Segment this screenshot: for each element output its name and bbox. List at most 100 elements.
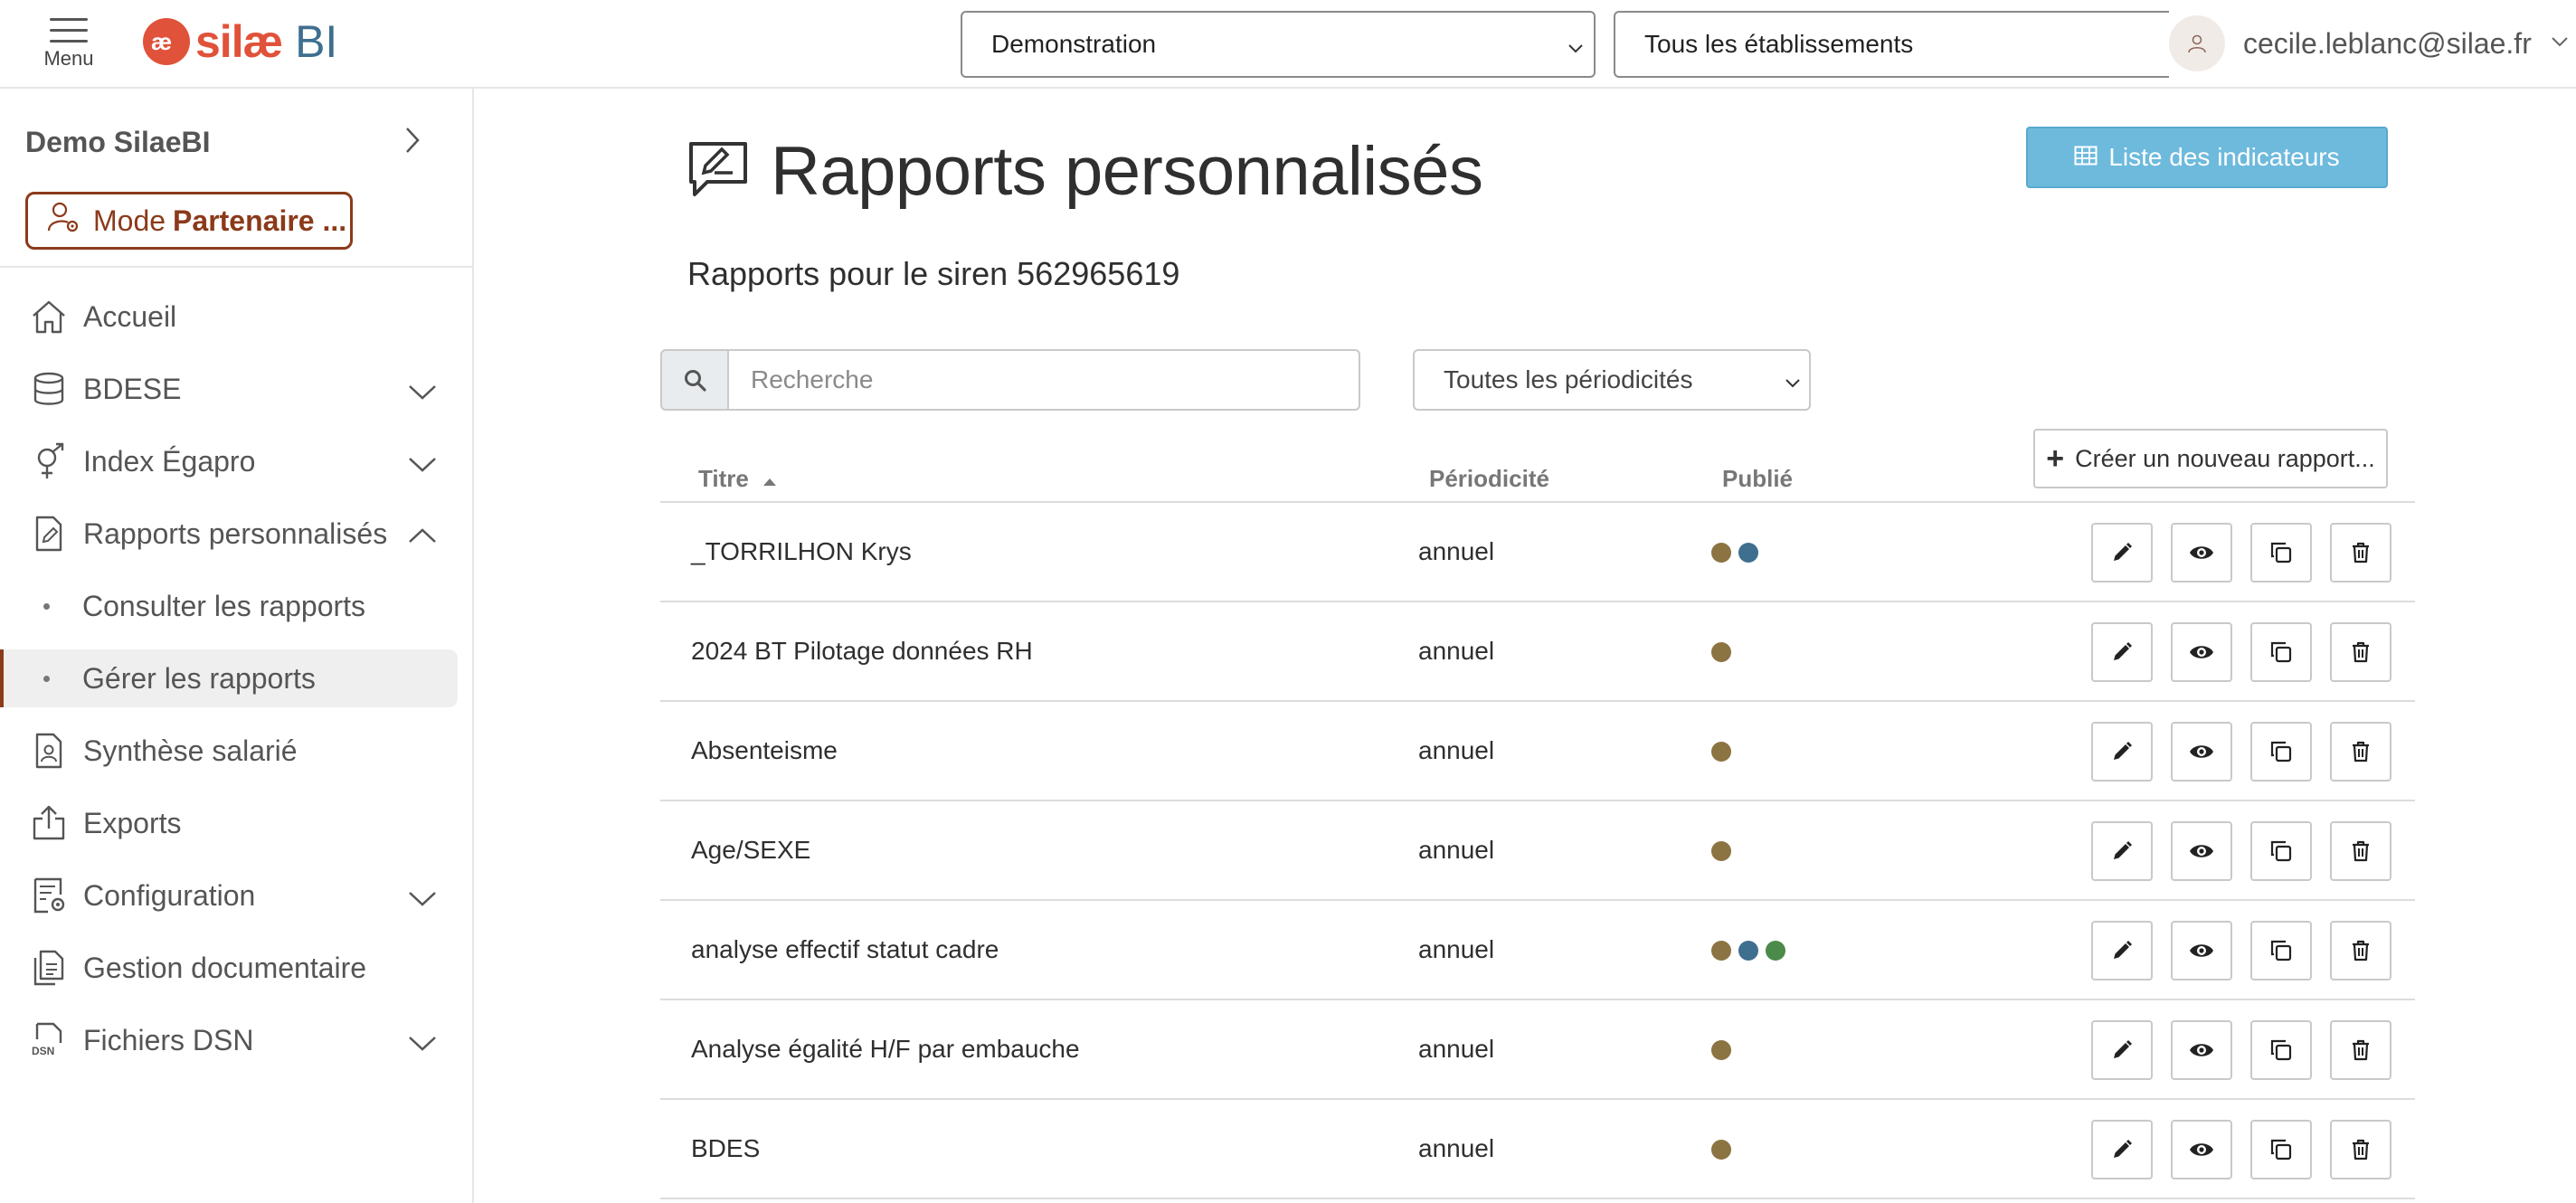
sidebar-item-exports[interactable]: Exports	[0, 787, 472, 859]
sidebar-item-egapro[interactable]: Index Égapro	[0, 425, 472, 497]
edit-report-button[interactable]	[2091, 1120, 2153, 1179]
search-input[interactable]	[729, 349, 1360, 411]
view-report-button[interactable]	[2171, 821, 2232, 881]
duplicate-report-button[interactable]	[2250, 1120, 2312, 1179]
view-report-button[interactable]	[2171, 722, 2232, 781]
hamburger-icon	[50, 18, 88, 43]
sort-ascending-icon	[762, 465, 778, 493]
trash-icon	[2351, 542, 2371, 564]
logo-suffix: BI	[295, 16, 338, 67]
edit-report-button[interactable]	[2091, 622, 2153, 682]
column-header-published[interactable]: Publié	[1722, 465, 1793, 493]
column-header-period[interactable]: Périodicité	[1429, 465, 1549, 493]
user-menu[interactable]: cecile.leblanc@silae.fr	[2167, 0, 2576, 87]
sidebar-subitem-gerer[interactable]: Gérer les rapports	[0, 649, 458, 707]
sidebar-item-label: Fichiers DSN	[83, 1023, 254, 1056]
view-report-button[interactable]	[2171, 1120, 2232, 1179]
search-icon[interactable]	[660, 349, 729, 411]
view-report-button[interactable]	[2171, 1020, 2232, 1080]
report-title: Absenteisme	[691, 736, 838, 764]
published-dot-brown	[1711, 941, 1731, 961]
delete-report-button[interactable]	[2330, 722, 2391, 781]
duplicate-report-button[interactable]	[2250, 722, 2312, 781]
sidebar-subitem-consulter[interactable]: Consulter les rapports	[0, 570, 472, 642]
view-report-button[interactable]	[2171, 622, 2232, 682]
documents-icon	[29, 948, 69, 988]
app-logo[interactable]: æ silæ BI	[143, 16, 337, 67]
sidebar-item-label: Configuration	[83, 878, 256, 912]
establishment-select[interactable]: Tous les établissements	[1614, 11, 2169, 78]
report-title: _TORRILHON Krys	[691, 537, 912, 565]
trash-icon	[2351, 741, 2371, 763]
delete-report-button[interactable]	[2330, 1020, 2391, 1080]
org-name: Demo SilaeBI	[25, 126, 211, 158]
published-dot-green	[1766, 941, 1785, 961]
report-title: BDES	[691, 1134, 761, 1162]
chevron-down-icon	[407, 883, 438, 916]
indicators-list-button[interactable]: Liste des indicateurs	[2026, 127, 2388, 188]
report-title: Analyse égalité H/F par embauche	[691, 1035, 1080, 1063]
home-icon	[29, 297, 69, 336]
row-actions	[2091, 1120, 2410, 1179]
column-header-label: Titre	[698, 465, 749, 492]
pencil-icon	[2111, 641, 2133, 663]
duplicate-report-button[interactable]	[2250, 523, 2312, 583]
eye-icon	[2189, 1041, 2214, 1059]
report-periodicity: annuel	[1418, 935, 1495, 963]
chevron-down-icon	[407, 376, 438, 410]
svg-text:æ: æ	[151, 28, 172, 55]
delete-report-button[interactable]	[2330, 1120, 2391, 1179]
copy-icon	[2269, 541, 2293, 564]
edit-report-button[interactable]	[2091, 523, 2153, 583]
sidebar-item-gestion-documentaire[interactable]: Gestion documentaire	[0, 932, 472, 1004]
view-report-button[interactable]	[2171, 921, 2232, 980]
published-dot-brown	[1711, 642, 1731, 662]
published-indicators	[1711, 642, 1738, 662]
table-row: Age/SEXE annuel	[660, 801, 2415, 901]
sidebar-subitem-gerer-wrap: Gérer les rapports	[0, 642, 472, 715]
sidebar-item-configuration[interactable]: Configuration	[0, 859, 472, 932]
view-report-button[interactable]	[2171, 523, 2232, 583]
eye-icon	[2189, 544, 2214, 562]
copy-icon	[2269, 939, 2293, 962]
column-header-title[interactable]: Titre	[698, 465, 778, 493]
report-periodicity: annuel	[1418, 1134, 1495, 1162]
pencil-icon	[2111, 840, 2133, 862]
edit-report-button[interactable]	[2091, 722, 2153, 781]
bullet-icon	[43, 602, 50, 610]
menu-button[interactable]: Menu	[38, 14, 99, 78]
mode-value: Partenaire ...	[173, 204, 347, 237]
sidebar-item-accueil[interactable]: Accueil	[0, 280, 472, 353]
edit-report-button[interactable]	[2091, 1020, 2153, 1080]
edit-report-button[interactable]	[2091, 921, 2153, 980]
sidebar-item-bdese[interactable]: BDESE	[0, 353, 472, 425]
duplicate-report-button[interactable]	[2250, 1020, 2312, 1080]
sidebar-item-synthese[interactable]: Synthèse salarié	[0, 715, 472, 787]
gender-icon	[29, 441, 69, 481]
edit-report-button[interactable]	[2091, 821, 2153, 881]
user-email: cecile.leblanc@silae.fr	[2243, 26, 2532, 60]
sidebar-item-label: Exports	[83, 806, 182, 839]
sidebar-item-rapports[interactable]: Rapports personnalisés	[0, 497, 472, 570]
sidebar-item-fichiers-dsn[interactable]: DSN Fichiers DSN	[0, 1004, 472, 1076]
published-dot-brown	[1711, 543, 1731, 563]
sidebar-nav: Accueil BDESE Index Égapro Rapports pers…	[0, 280, 472, 1076]
main-content: Rapports personnalisés Liste des indicat…	[474, 89, 2576, 1203]
org-switcher[interactable]: Demo SilaeBI	[25, 125, 423, 160]
duplicate-report-button[interactable]	[2250, 921, 2312, 980]
delete-report-button[interactable]	[2330, 523, 2391, 583]
delete-report-button[interactable]	[2330, 821, 2391, 881]
duplicate-report-button[interactable]	[2250, 622, 2312, 682]
table-row: Analyse égalité H/F par embauche annuel	[660, 1000, 2415, 1100]
user-avatar-icon	[2169, 15, 2225, 71]
copy-icon	[2269, 839, 2293, 863]
periodicity-select[interactable]: Toutes les périodicités	[1413, 349, 1811, 411]
duplicate-report-button[interactable]	[2250, 821, 2312, 881]
partner-mode-button[interactable]: Mode Partenaire ...	[25, 192, 353, 250]
delete-report-button[interactable]	[2330, 921, 2391, 980]
published-dot-brown	[1711, 1140, 1731, 1160]
delete-report-button[interactable]	[2330, 622, 2391, 682]
row-actions	[2091, 921, 2410, 980]
report-title: Age/SEXE	[691, 836, 811, 864]
company-select[interactable]: Demonstration	[961, 11, 1596, 78]
